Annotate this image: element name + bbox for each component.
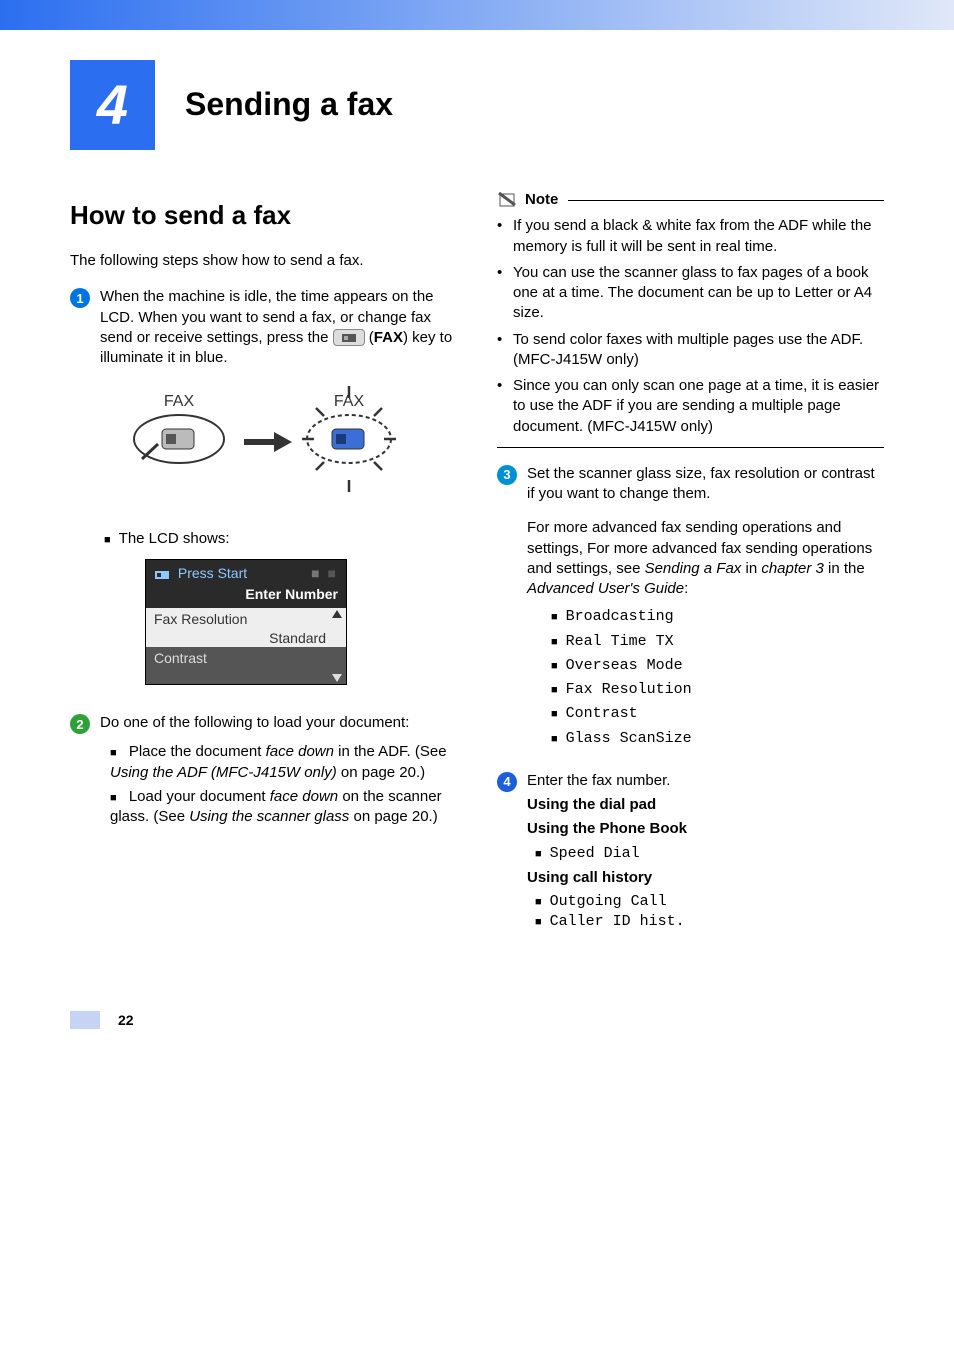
chapter-title: Sending a fax xyxy=(185,83,393,126)
step-number-4: 4 xyxy=(497,772,517,792)
lcd-down-arrow-icon xyxy=(332,674,342,682)
step3-adv-i1: Sending a Fax xyxy=(645,560,742,577)
step4-h2: Using the Phone Book xyxy=(527,819,884,839)
step3-adv-c: in the xyxy=(824,560,865,577)
fax-key-diagram: FAX FAX xyxy=(70,384,457,510)
step4-h3: Using call history xyxy=(527,868,884,888)
step-number-2: 2 xyxy=(70,714,90,734)
note3: To send color faxes with multiple pages … xyxy=(513,330,884,371)
step-number-1: 1 xyxy=(70,288,90,308)
adv-l1: Broadcasting xyxy=(551,607,884,627)
lcd-enter-number: Enter Number xyxy=(146,585,346,608)
lcd-mono-color-dots: ■ ■ xyxy=(311,564,338,583)
s2b1-b: in the ADF. (See xyxy=(334,743,447,760)
s2b1-c: on page 20.) xyxy=(337,764,425,781)
step3-text: Set the scanner glass size, fax resoluti… xyxy=(527,464,884,505)
s2b2-i2: Using the scanner glass xyxy=(189,808,349,825)
header-gradient-bar xyxy=(0,0,954,30)
step-1: 1 When the machine is idle, the time app… xyxy=(70,287,457,368)
step4-outgoing: Outgoing Call xyxy=(535,892,884,912)
step-3: 3 Set the scanner glass size, fax resolu… xyxy=(497,464,884,761)
note-footer-rule xyxy=(497,447,884,448)
lcd-row2-label: Contrast xyxy=(154,650,207,666)
s2b2-i: face down xyxy=(270,788,338,805)
note1: If you send a black & white fax from the… xyxy=(513,216,884,257)
step-2: 2 Do one of the following to load your d… xyxy=(70,713,457,734)
chapter-header: 4 Sending a fax xyxy=(70,60,884,150)
step3-adv-i2: chapter 3 xyxy=(761,560,824,577)
note-icon xyxy=(497,191,519,209)
lcd-screen: Press Start ■ ■ Enter Number Fax Resolut… xyxy=(145,559,347,685)
step2-bullets: Place the document face down in the ADF.… xyxy=(104,742,457,827)
note4: Since you can only scan one page at a ti… xyxy=(513,376,884,437)
s2b1-i: face down xyxy=(266,743,334,760)
fax-key-icon-inline xyxy=(333,329,365,346)
s2b2-a: Load your document xyxy=(129,788,270,805)
step4-speeddial: Speed Dial xyxy=(535,844,884,864)
section-intro: The following steps show how to send a f… xyxy=(70,251,457,271)
right-column: Note •If you send a black & white fax fr… xyxy=(497,190,884,941)
note2: You can use the scanner glass to fax pag… xyxy=(513,263,884,324)
section-title: How to send a fax xyxy=(70,198,457,233)
page-number: 22 xyxy=(118,1011,134,1030)
step3-adv-i3: Advanced User's Guide xyxy=(527,580,684,597)
s2b1-a: Place the document xyxy=(129,743,266,760)
adv-l2: Real Time TX xyxy=(551,632,884,652)
step-number-3: 3 xyxy=(497,465,517,485)
step3-adv-d: : xyxy=(684,580,688,597)
note-items: •If you send a black & white fax from th… xyxy=(497,216,884,437)
adv-l3: Overseas Mode xyxy=(551,656,884,676)
chapter-number-box: 4 xyxy=(70,60,155,150)
s2b2-c: on page 20.) xyxy=(349,808,437,825)
page-footer: 22 xyxy=(70,1011,884,1030)
step-4: 4 Enter the fax number. Using the dial p… xyxy=(497,771,884,933)
adv-l4: Fax Resolution xyxy=(551,680,884,700)
svg-text:FAX: FAX xyxy=(163,393,194,410)
lcd-up-arrow-icon xyxy=(332,610,342,618)
adv-l6: Glass ScanSize xyxy=(551,729,884,749)
note-label: Note xyxy=(525,190,558,210)
s2b1-i2: Using the ADF (MFC-J415W only) xyxy=(110,764,337,781)
lcd-press-start: Press Start xyxy=(178,565,247,581)
step3-adv-b: in xyxy=(741,560,761,577)
lcd-row1-label: Fax Resolution xyxy=(154,610,338,629)
step3-advanced-list: Broadcasting Real Time TX Overseas Mode … xyxy=(551,607,884,749)
lcd-intro-text: The LCD shows: xyxy=(104,529,457,549)
adv-l5: Contrast xyxy=(551,704,884,724)
note-header: Note xyxy=(497,190,884,210)
step4-text: Enter the fax number. xyxy=(527,771,884,791)
step4-callerid: Caller ID hist. xyxy=(535,912,884,932)
fax-bold-label: FAX xyxy=(374,329,403,346)
step4-h1: Using the dial pad xyxy=(527,795,884,815)
fax-icon xyxy=(154,568,170,580)
lcd-row1-value: Standard xyxy=(154,629,338,648)
step2-text: Do one of the following to load your doc… xyxy=(100,713,457,734)
left-column: How to send a fax The following steps sh… xyxy=(70,190,457,941)
